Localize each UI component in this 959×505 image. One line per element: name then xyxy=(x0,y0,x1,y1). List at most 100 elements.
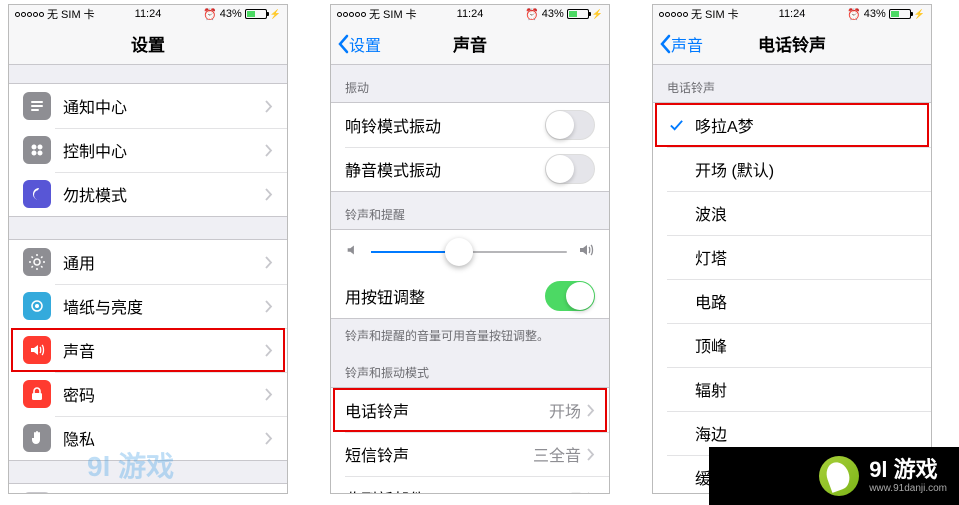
chevron-icon xyxy=(587,492,595,495)
moon-icon xyxy=(23,180,51,208)
row-label: 响铃模式振动 xyxy=(345,113,545,137)
settings-row-moon[interactable]: 勿扰模式 xyxy=(9,172,287,216)
row-label: 静音模式振动 xyxy=(345,157,545,181)
ringtone-option[interactable]: 顶峰 xyxy=(653,323,931,367)
carrier-label: 无 SIM 卡 xyxy=(691,6,739,22)
status-bar: 无 SIM 卡 11:24 ⏰43%⚡ xyxy=(331,5,609,23)
chevron-icon xyxy=(265,300,273,313)
chevron-icon xyxy=(265,188,273,201)
row-label: 声音 xyxy=(63,338,265,362)
back-button[interactable]: 设置 xyxy=(337,32,381,56)
section-header-ringer: 铃声和提醒 xyxy=(331,192,609,229)
wallpaper-icon xyxy=(23,292,51,320)
section-header-vibrate: 振动 xyxy=(331,65,609,102)
settings-row-wallpaper[interactable]: 墙纸与亮度 xyxy=(9,284,287,328)
control-icon xyxy=(23,136,51,164)
toggle-switch[interactable] xyxy=(545,110,595,140)
settings-row-cloud[interactable]: iCloud xyxy=(9,484,287,494)
back-label: 声音 xyxy=(671,32,703,56)
chevron-icon xyxy=(587,448,595,461)
row-label: 海边 xyxy=(695,421,917,445)
row-label: 收到新邮件 xyxy=(345,486,565,494)
row-label: 隐私 xyxy=(63,426,265,450)
ringtone-row[interactable]: 短信铃声 三全音 xyxy=(331,432,609,476)
status-bar: 无 SIM 卡 11:24 ⏰43% ⚡ xyxy=(9,5,287,23)
section-header: 电话铃声 xyxy=(653,65,931,102)
toggle-switch[interactable] xyxy=(545,281,595,311)
volume-low-icon xyxy=(345,242,361,263)
battery-pct: 43% xyxy=(220,8,242,20)
volume-slider-row xyxy=(331,230,609,274)
settings-row-sound[interactable]: 声音 xyxy=(9,328,287,372)
screen-sounds: 无 SIM 卡 11:24 ⏰43%⚡ 设置 声音 振动 响铃模式振动 静音模式… xyxy=(330,4,610,494)
toggle-switch[interactable] xyxy=(545,154,595,184)
watermark-url: www.91danji.com xyxy=(869,483,947,495)
switch-row: 响铃模式振动 xyxy=(331,103,609,147)
row-value: 叮 xyxy=(565,486,581,494)
charging-icon: ⚡ xyxy=(270,9,281,20)
chevron-icon xyxy=(265,432,273,445)
back-label: 设置 xyxy=(349,32,381,56)
ringtone-row[interactable]: 收到新邮件 叮 xyxy=(331,476,609,494)
chevron-icon xyxy=(265,388,273,401)
settings-row-gear[interactable]: 通用 xyxy=(9,240,287,284)
ringtone-option[interactable]: 灯塔 xyxy=(653,235,931,279)
chevron-icon xyxy=(265,144,273,157)
header: 声音 电话铃声 xyxy=(653,23,931,65)
ringtone-option[interactable]: 哆拉A梦 xyxy=(653,103,931,147)
row-label: 开场 (默认) xyxy=(695,157,917,181)
back-button[interactable]: 声音 xyxy=(659,32,703,56)
cloud-icon xyxy=(23,492,51,494)
watermark-banner: 9l 游戏 www.91danji.com xyxy=(709,447,959,505)
page-title: 电话铃声 xyxy=(758,31,826,56)
gear-icon xyxy=(23,248,51,276)
row-value: 开场 xyxy=(549,398,581,422)
screen-settings: 无 SIM 卡 11:24 ⏰43% ⚡ 设置 通知中心 控制中心 勿扰模式 xyxy=(8,4,288,494)
row-label: 用按钮调整 xyxy=(345,284,545,308)
row-label: 墙纸与亮度 xyxy=(63,294,265,318)
watermark-logo-icon xyxy=(819,456,859,496)
ringtone-option[interactable]: 波浪 xyxy=(653,191,931,235)
battery-icon xyxy=(245,9,267,19)
settings-row-notification[interactable]: 通知中心 xyxy=(9,84,287,128)
lock-icon xyxy=(23,380,51,408)
carrier-label: 无 SIM 卡 xyxy=(47,6,95,22)
row-label: 灯塔 xyxy=(695,245,917,269)
row-label: 勿扰模式 xyxy=(63,182,265,206)
ringtone-option[interactable]: 辐射 xyxy=(653,367,931,411)
row-label: 控制中心 xyxy=(63,138,265,162)
screen-ringtone: 无 SIM 卡 11:24 ⏰43% ⚡ 声音 电话铃声 电话铃声 哆拉A梦 开场… xyxy=(652,4,932,494)
sound-icon xyxy=(23,336,51,364)
row-label: 短信铃声 xyxy=(345,442,533,466)
ringtone-option[interactable]: 开场 (默认) xyxy=(653,147,931,191)
notification-icon xyxy=(23,92,51,120)
charging-icon: ⚡ xyxy=(914,9,925,20)
hand-icon xyxy=(23,424,51,452)
settings-row-lock[interactable]: 密码 xyxy=(9,372,287,416)
row-label: 哆拉A梦 xyxy=(695,113,917,137)
switch-row: 静音模式振动 xyxy=(331,147,609,191)
alarm-icon: ⏰ xyxy=(847,8,861,21)
section-footer: 铃声和提醒的音量可用音量按钮调整。 xyxy=(331,319,609,350)
settings-row-hand[interactable]: 隐私 xyxy=(9,416,287,460)
status-time: 11:24 xyxy=(779,8,806,20)
carrier-label: 无 SIM 卡 xyxy=(369,6,417,22)
chevron-icon xyxy=(265,344,273,357)
alarm-icon: ⏰ xyxy=(203,8,217,21)
chevron-icon xyxy=(265,256,273,269)
ringtone-option[interactable]: 电路 xyxy=(653,279,931,323)
volume-slider[interactable] xyxy=(371,251,567,253)
row-label: 通知中心 xyxy=(63,94,265,118)
settings-row-control[interactable]: 控制中心 xyxy=(9,128,287,172)
section-header-patterns: 铃声和振动模式 xyxy=(331,350,609,387)
page-title: 设置 xyxy=(131,31,165,56)
adjust-buttons-row: 用按钮调整 xyxy=(331,274,609,318)
ringtone-row[interactable]: 电话铃声 开场 xyxy=(331,388,609,432)
row-label: 波浪 xyxy=(695,201,917,225)
row-label: 通用 xyxy=(63,250,265,274)
battery-pct: 43% xyxy=(864,8,886,20)
status-time: 11:24 xyxy=(135,8,162,20)
watermark-title: 9l 游戏 xyxy=(869,457,947,483)
row-label: 顶峰 xyxy=(695,333,917,357)
row-label: 电路 xyxy=(695,289,917,313)
